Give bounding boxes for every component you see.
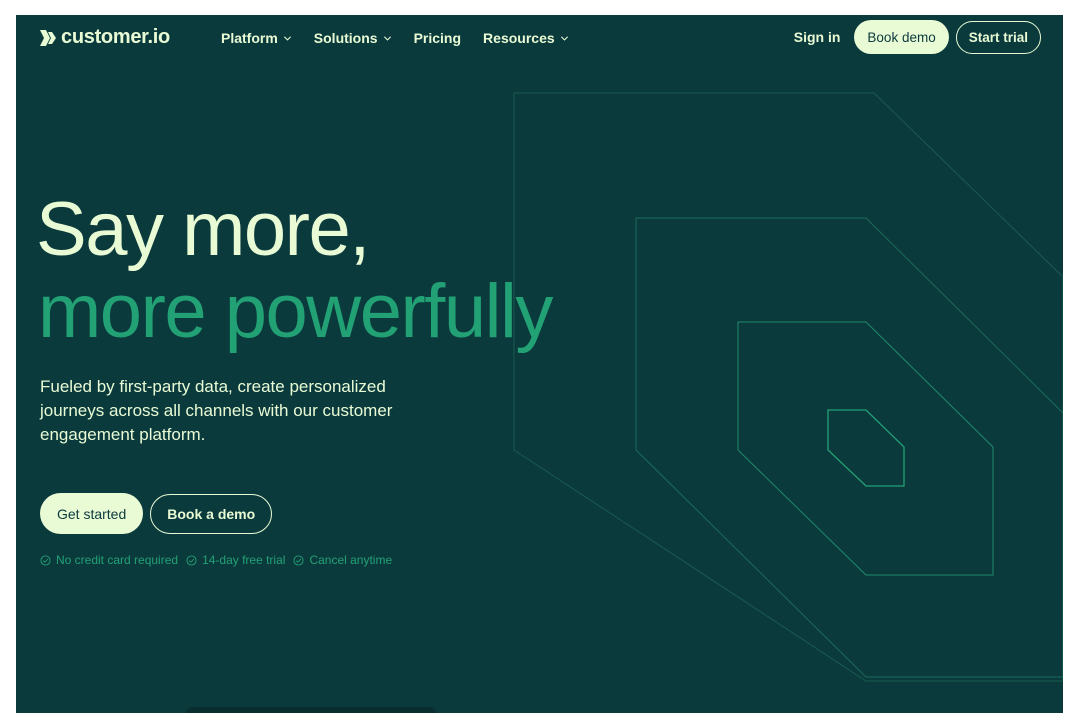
chevron-down-icon xyxy=(283,35,291,41)
check-circle-icon xyxy=(40,554,51,566)
hero-headline-line2: more powerfully xyxy=(38,269,553,354)
nav-pricing-label: Pricing xyxy=(413,30,462,46)
third-hexagon-outline xyxy=(737,321,994,576)
book-a-demo-button[interactable]: Book a demo xyxy=(150,493,273,534)
inner-hexagon-outline xyxy=(827,409,905,487)
chevron-down-icon xyxy=(560,35,568,41)
nav-platform-label: Platform xyxy=(221,30,278,46)
nav-solutions[interactable]: Solutions xyxy=(314,28,392,48)
nav-actions: Sign in Book demo Start trial xyxy=(794,20,1041,54)
hero-subheadline: Fueled by first-party data, create perso… xyxy=(40,377,393,444)
chevron-down-icon xyxy=(383,35,391,41)
perk-label: No credit card required xyxy=(56,553,179,567)
get-started-button[interactable]: Get started xyxy=(40,493,144,534)
start-trial-button[interactable]: Start trial xyxy=(955,20,1041,54)
double-chevron-logo-icon xyxy=(40,29,56,46)
main-menu: Platform Solutions Pricing Resources xyxy=(221,28,591,48)
check-circle-icon xyxy=(293,554,304,566)
hero-cta-group: Get started Book a demo xyxy=(40,493,273,534)
outer-hexagon-outline xyxy=(513,92,1063,682)
perk-item: 14-day free trial xyxy=(186,553,285,567)
check-circle-icon xyxy=(186,554,197,566)
sign-in-link[interactable]: Sign in xyxy=(794,29,841,45)
brand-logo[interactable]: customer.io xyxy=(39,26,170,49)
top-navigation: customer.io Platform Solutions Pricing R… xyxy=(16,15,1063,61)
hero-perks: No credit card required 14-day free tria… xyxy=(40,553,400,567)
nav-solutions-label: Solutions xyxy=(313,30,378,46)
brand-name: customer.io xyxy=(61,26,170,48)
nav-platform[interactable]: Platform xyxy=(221,28,292,48)
perk-label: Cancel anytime xyxy=(309,553,393,567)
page-frame: customer.io Platform Solutions Pricing R… xyxy=(16,15,1063,713)
nav-pricing[interactable]: Pricing xyxy=(414,28,461,48)
nav-resources[interactable]: Resources xyxy=(483,28,569,48)
perk-label: 14-day free trial xyxy=(202,553,286,567)
book-demo-button[interactable]: Book demo xyxy=(854,20,949,54)
second-hexagon-outline xyxy=(635,217,1063,678)
perk-item: No credit card required xyxy=(40,553,178,567)
background-hexagon-pattern xyxy=(513,92,1063,682)
partial-panel-edge xyxy=(186,707,436,713)
perk-item: Cancel anytime xyxy=(293,553,392,567)
hero-headline-line1: Say more, xyxy=(36,187,370,272)
nav-resources-label: Resources xyxy=(483,30,555,46)
